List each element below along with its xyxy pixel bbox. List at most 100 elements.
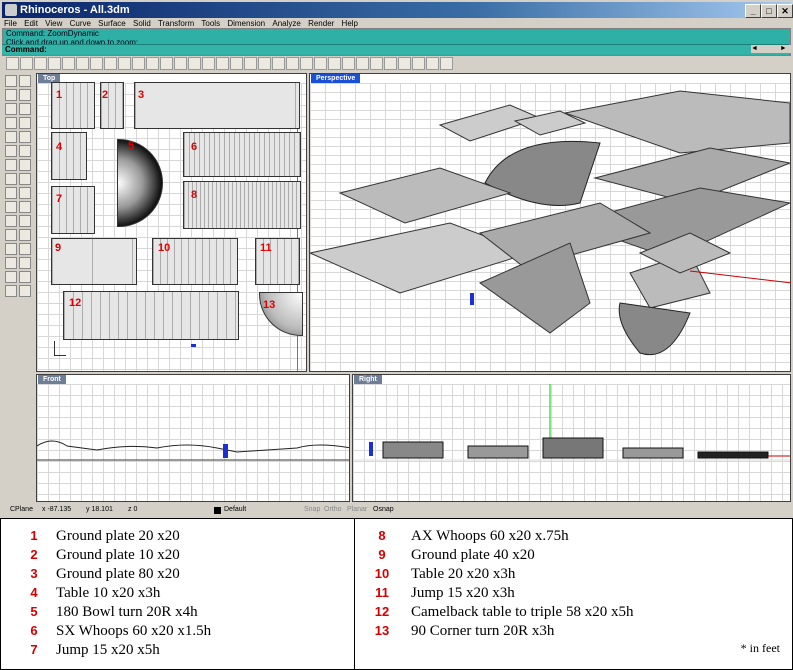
menu-view[interactable]: View <box>45 19 62 28</box>
scroll-left-icon[interactable]: ◄ <box>751 45 758 52</box>
menu-transform[interactable]: Transform <box>158 19 194 28</box>
piece-3[interactable] <box>134 82 300 129</box>
piece-9[interactable] <box>51 238 137 285</box>
toolbar-button[interactable] <box>412 57 425 70</box>
command-input[interactable]: Command: <box>2 44 789 54</box>
tool-button[interactable] <box>19 117 31 129</box>
toolbar-button[interactable] <box>300 57 313 70</box>
toolbar-button[interactable] <box>328 57 341 70</box>
toolbar-button[interactable] <box>230 57 243 70</box>
tool-button[interactable] <box>19 89 31 101</box>
toolbar-button[interactable] <box>90 57 103 70</box>
tool-button[interactable] <box>5 173 17 185</box>
snap-toggle[interactable]: Snap <box>304 504 320 516</box>
menu-help[interactable]: Help <box>342 19 358 28</box>
toolbar-button[interactable] <box>104 57 117 70</box>
tool-button[interactable] <box>5 285 17 297</box>
menu-solid[interactable]: Solid <box>133 19 151 28</box>
tool-button[interactable] <box>5 131 17 143</box>
viewport-title-perspective[interactable]: Perspective <box>311 74 361 83</box>
toolbar-button[interactable] <box>6 57 19 70</box>
toolbar-button[interactable] <box>132 57 145 70</box>
toolbar-button[interactable] <box>118 57 131 70</box>
viewport-title-right[interactable]: Right <box>354 375 382 384</box>
toolbar-button[interactable] <box>34 57 47 70</box>
tool-button[interactable] <box>5 229 17 241</box>
tool-button[interactable] <box>5 243 17 255</box>
toolbar-button[interactable] <box>20 57 33 70</box>
tool-button[interactable] <box>19 131 31 143</box>
toolbar-button[interactable] <box>244 57 257 70</box>
toolbar-button[interactable] <box>342 57 355 70</box>
tool-button[interactable] <box>5 201 17 213</box>
toolbar-button[interactable] <box>174 57 187 70</box>
menu-surface[interactable]: Surface <box>98 19 126 28</box>
toolbar-button[interactable] <box>426 57 439 70</box>
tool-button[interactable] <box>5 103 17 115</box>
toolbar-button[interactable] <box>286 57 299 70</box>
menu-curve[interactable]: Curve <box>70 19 91 28</box>
close-button[interactable]: ✕ <box>777 4 793 18</box>
planar-toggle[interactable]: Planar <box>347 504 367 516</box>
tool-button[interactable] <box>5 75 17 87</box>
piece-12[interactable] <box>63 291 239 340</box>
minimize-button[interactable]: _ <box>745 4 761 18</box>
viewport-title-front[interactable]: Front <box>38 375 66 384</box>
tool-button[interactable] <box>5 215 17 227</box>
tool-button[interactable] <box>19 285 31 297</box>
menu-render[interactable]: Render <box>308 19 334 28</box>
scroll-right-icon[interactable]: ► <box>780 45 787 52</box>
tool-button[interactable] <box>5 257 17 269</box>
piece-4[interactable] <box>51 132 87 180</box>
menu-file[interactable]: File <box>4 19 17 28</box>
menu-dimension[interactable]: Dimension <box>227 19 265 28</box>
toolbar-button[interactable] <box>272 57 285 70</box>
tool-button[interactable] <box>19 187 31 199</box>
tool-button[interactable] <box>5 145 17 157</box>
status-cplane[interactable]: CPlane <box>10 504 33 516</box>
tool-button[interactable] <box>5 117 17 129</box>
tool-button[interactable] <box>5 159 17 171</box>
toolbar-button[interactable] <box>370 57 383 70</box>
tool-button[interactable] <box>19 229 31 241</box>
tool-button[interactable] <box>19 271 31 283</box>
command-scroll[interactable]: ◄ ► <box>751 45 791 53</box>
tool-button[interactable] <box>19 145 31 157</box>
toolbar-button[interactable] <box>216 57 229 70</box>
toolbar-button[interactable] <box>202 57 215 70</box>
toolbar-button[interactable] <box>356 57 369 70</box>
menu-analyze[interactable]: Analyze <box>272 19 300 28</box>
tool-button[interactable] <box>19 201 31 213</box>
piece-6[interactable] <box>183 132 301 177</box>
toolbar-button[interactable] <box>258 57 271 70</box>
tool-button[interactable] <box>19 243 31 255</box>
top-viewport[interactable]: Top 1 2 3 4 5 6 7 8 9 10 11 12 13 <box>36 73 307 372</box>
front-viewport[interactable]: Front <box>36 374 350 502</box>
tool-button[interactable] <box>19 257 31 269</box>
tool-button[interactable] <box>19 75 31 87</box>
tool-button[interactable] <box>5 89 17 101</box>
tool-button[interactable] <box>5 271 17 283</box>
piece-8[interactable] <box>183 181 301 229</box>
tool-button[interactable] <box>19 173 31 185</box>
menu-edit[interactable]: Edit <box>24 19 38 28</box>
toolbar-button[interactable] <box>146 57 159 70</box>
menu-tools[interactable]: Tools <box>201 19 220 28</box>
maximize-button[interactable]: □ <box>761 4 777 18</box>
tool-button[interactable] <box>5 187 17 199</box>
right-viewport[interactable]: Right <box>352 374 791 502</box>
toolbar-button[interactable] <box>76 57 89 70</box>
toolbar-button[interactable] <box>398 57 411 70</box>
toolbar-button[interactable] <box>440 57 453 70</box>
toolbar-button[interactable] <box>62 57 75 70</box>
status-layer[interactable]: Default <box>224 504 246 516</box>
perspective-viewport[interactable]: Perspective <box>309 73 791 372</box>
osnap-toggle[interactable]: Osnap <box>373 504 394 516</box>
toolbar-button[interactable] <box>160 57 173 70</box>
toolbar-button[interactable] <box>48 57 61 70</box>
tool-button[interactable] <box>19 215 31 227</box>
toolbar-button[interactable] <box>188 57 201 70</box>
ortho-toggle[interactable]: Ortho <box>324 504 342 516</box>
tool-button[interactable] <box>19 103 31 115</box>
toolbar-button[interactable] <box>384 57 397 70</box>
